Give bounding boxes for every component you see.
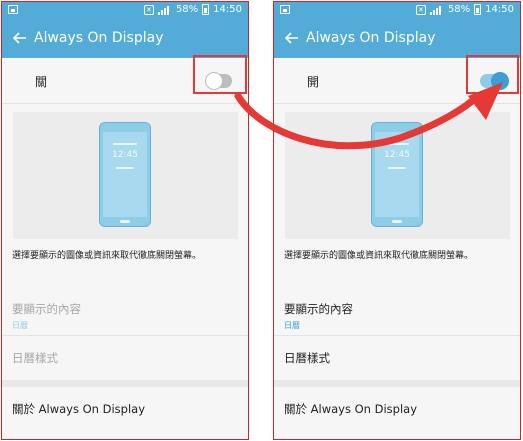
curved-arrow-icon [234,82,503,150]
